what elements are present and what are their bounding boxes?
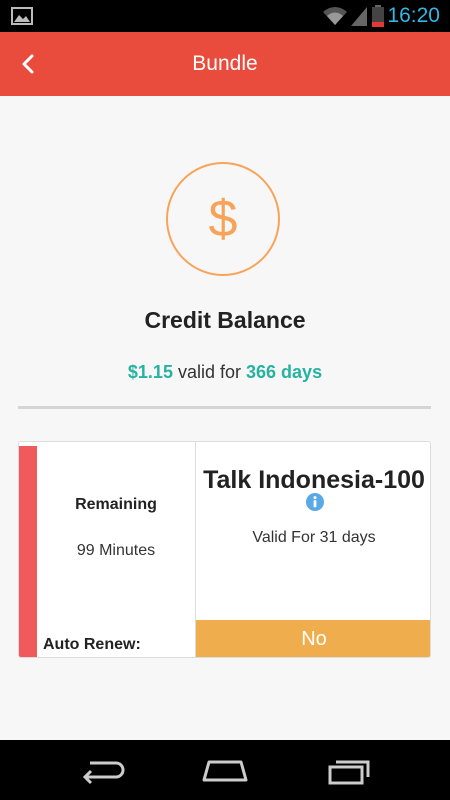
info-icon[interactable] (306, 493, 324, 511)
auto-renew-value: No (301, 628, 327, 650)
recents-nav-icon[interactable] (326, 754, 376, 786)
signal-icon (351, 7, 367, 26)
credit-balance-title: Credit Balance (144, 307, 306, 333)
credit-balance-line: $1.15 valid for 366 days (0, 362, 450, 383)
dollar-icon: $ (166, 162, 280, 276)
balance-days: 366 days (246, 362, 323, 382)
gallery-icon (11, 7, 33, 25)
app-bar: Bundle (0, 32, 450, 96)
auto-renew-label: Auto Renew: (43, 636, 141, 653)
page-title: Bundle (192, 52, 258, 75)
back-nav-icon[interactable] (76, 754, 126, 786)
auto-renew-toggle[interactable]: No (196, 620, 430, 657)
home-nav-icon[interactable] (200, 754, 250, 786)
remaining-label: Remaining (75, 496, 157, 513)
battery-icon (372, 5, 384, 27)
dollar-symbol: $ (208, 190, 238, 248)
plan-validity: Valid For 31 days (252, 529, 376, 546)
balance-amount: $1.15 (127, 362, 173, 382)
valid-for-text: valid for (177, 362, 241, 382)
remaining-value: 99 Minutes (76, 542, 156, 559)
divider (18, 406, 431, 409)
bundle-usage-panel: Remaining 99 Minutes Auto Renew: (37, 442, 195, 657)
status-time: 16:20 (387, 4, 440, 27)
system-nav-bar (0, 740, 450, 800)
plan-name: Talk Indonesia-100 (203, 466, 425, 494)
card-accent-stripe (19, 446, 37, 657)
bundle-card: Remaining 99 Minutes Auto Renew: Talk In… (18, 441, 431, 658)
wifi-icon (323, 7, 347, 25)
status-bar: 16:20 (0, 0, 450, 32)
bundle-plan-panel: Talk Indonesia-100 Valid For 31 days No (196, 442, 430, 657)
